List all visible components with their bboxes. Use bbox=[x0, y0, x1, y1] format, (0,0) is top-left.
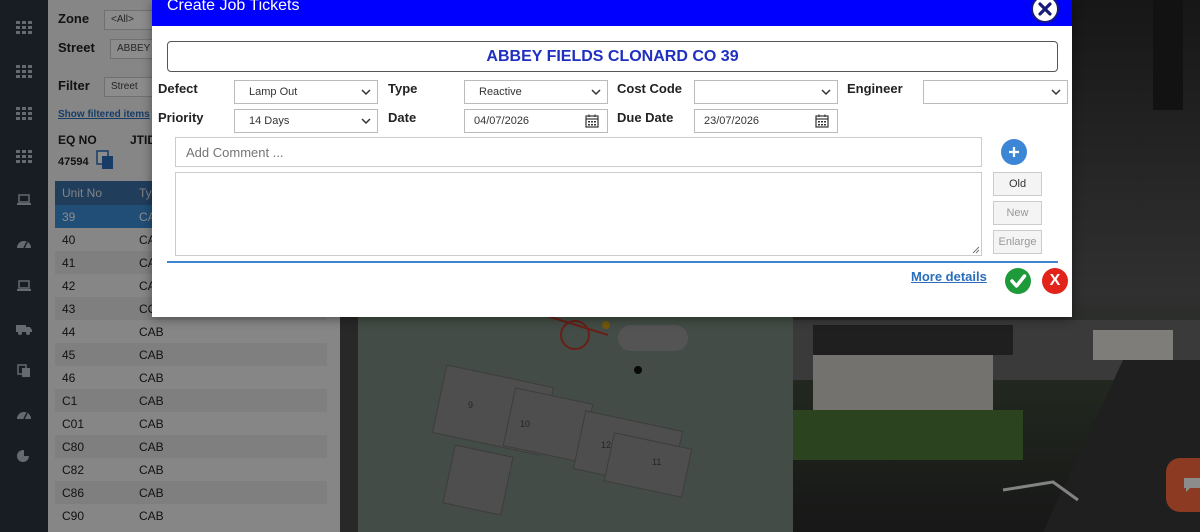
cancel-button[interactable]: X bbox=[1042, 268, 1068, 294]
cost-code-label: Cost Code bbox=[617, 81, 682, 96]
confirm-button[interactable] bbox=[1005, 268, 1031, 294]
comment-history-textarea[interactable] bbox=[175, 172, 982, 256]
chevron-down-icon bbox=[361, 118, 371, 125]
dialog-header: Create Job Tickets bbox=[152, 0, 1072, 26]
type-select[interactable]: Reactive bbox=[464, 80, 608, 104]
check-icon bbox=[1010, 274, 1027, 288]
create-job-tickets-dialog: Create Job Tickets ABBEY FIELDS CLONARD … bbox=[152, 0, 1072, 317]
chevron-down-icon bbox=[821, 89, 831, 96]
chevron-down-icon bbox=[1051, 89, 1061, 96]
defect-label: Defect bbox=[158, 81, 198, 96]
calendar-icon[interactable] bbox=[815, 114, 829, 128]
date-label: Date bbox=[388, 110, 417, 125]
defect-value: Lamp Out bbox=[249, 86, 298, 98]
priority-value: 14 Days bbox=[249, 115, 290, 127]
add-comment-button[interactable] bbox=[1001, 139, 1027, 165]
resize-handle-icon[interactable] bbox=[972, 246, 980, 254]
calendar-icon[interactable] bbox=[585, 114, 599, 128]
due-date-label: Due Date bbox=[617, 110, 674, 125]
old-comments-button[interactable]: Old bbox=[993, 172, 1042, 196]
dialog-title: Create Job Tickets bbox=[167, 0, 300, 14]
plus-icon bbox=[1009, 147, 1019, 157]
divider bbox=[167, 261, 1058, 263]
date-value: 04/07/2026 bbox=[474, 115, 530, 127]
due-date-input[interactable]: 23/07/2026 bbox=[694, 109, 838, 133]
comment-input[interactable] bbox=[175, 137, 982, 167]
due-date-value: 23/07/2026 bbox=[704, 115, 760, 127]
engineer-label: Engineer bbox=[847, 81, 903, 96]
priority-label: Priority bbox=[158, 110, 204, 125]
defect-select[interactable]: Lamp Out bbox=[234, 80, 378, 104]
chevron-down-icon bbox=[361, 89, 371, 96]
more-details-link[interactable]: More details bbox=[911, 269, 987, 284]
engineer-select[interactable] bbox=[923, 80, 1068, 104]
enlarge-button[interactable]: Enlarge bbox=[993, 230, 1042, 254]
close-icon bbox=[1038, 2, 1052, 16]
new-comments-button[interactable]: New bbox=[993, 201, 1042, 225]
chevron-down-icon bbox=[591, 89, 601, 96]
priority-select[interactable]: 14 Days bbox=[234, 109, 378, 133]
cost-code-select[interactable] bbox=[694, 80, 838, 104]
type-label: Type bbox=[388, 81, 418, 96]
type-value: Reactive bbox=[479, 86, 522, 98]
date-input[interactable]: 04/07/2026 bbox=[464, 109, 608, 133]
site-title: ABBEY FIELDS CLONARD CO 39 bbox=[167, 41, 1058, 72]
